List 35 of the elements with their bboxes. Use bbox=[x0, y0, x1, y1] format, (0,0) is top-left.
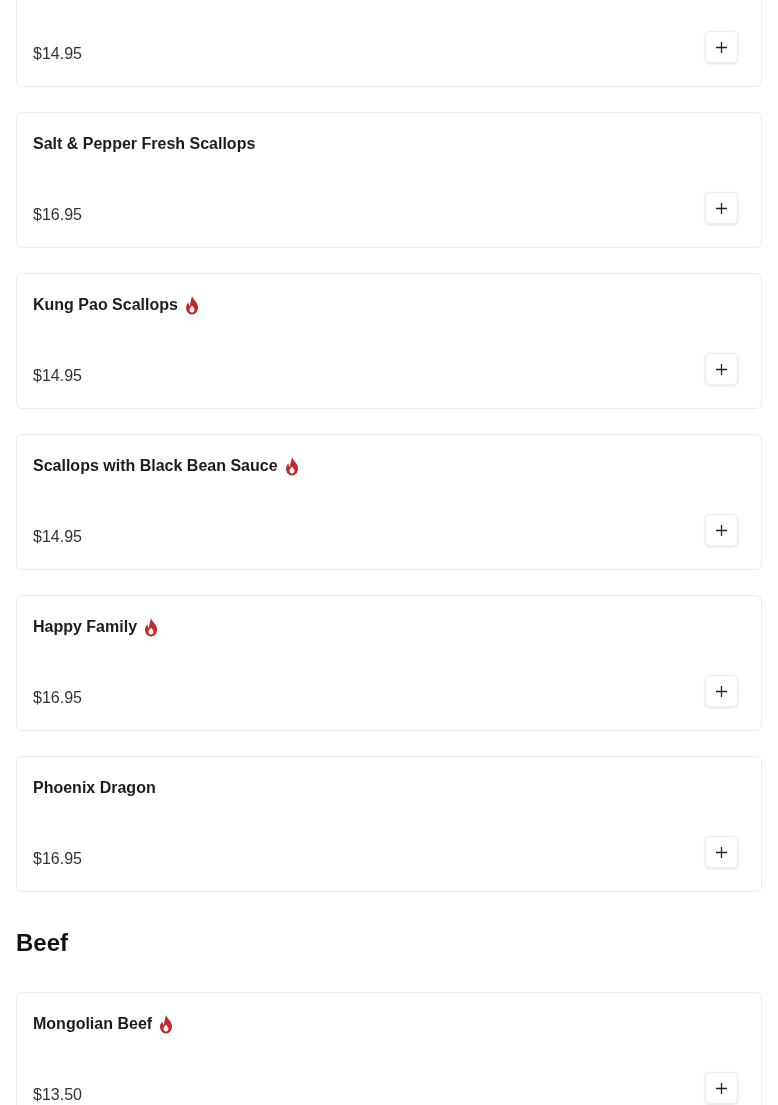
plus-icon bbox=[716, 41, 727, 53]
item-name: Mongolian Beef bbox=[33, 1015, 153, 1033]
menu-item-card[interactable]: Salt & Pepper Fresh Scallops $16.95 bbox=[16, 112, 762, 248]
add-button[interactable] bbox=[705, 675, 738, 707]
add-button[interactable] bbox=[705, 1072, 738, 1104]
add-button[interactable] bbox=[705, 192, 738, 224]
item-name: Kung Pao Scallops bbox=[33, 296, 178, 314]
menu-item-card[interactable]: Mongolian Beef $13.50 bbox=[16, 992, 762, 1105]
plus-icon bbox=[716, 1082, 727, 1094]
section-heading: Beef bbox=[16, 928, 70, 958]
item-price: $16.95 bbox=[33, 205, 82, 224]
plus-icon bbox=[716, 202, 727, 214]
item-name: Happy Family bbox=[33, 618, 138, 636]
item-name: Salt & Pepper Fresh Scallops bbox=[33, 135, 256, 153]
add-button[interactable] bbox=[705, 514, 738, 546]
menu-item-card[interactable]: Happy Family $16.95 bbox=[16, 595, 762, 731]
item-price: $16.95 bbox=[33, 688, 82, 707]
add-button[interactable] bbox=[705, 836, 738, 868]
plus-icon bbox=[716, 524, 727, 536]
item-name: Phoenix Dragon bbox=[33, 779, 156, 797]
item-price: $16.95 bbox=[33, 849, 82, 868]
menu-item-card[interactable]: Phoenix Dragon $16.95 bbox=[16, 756, 762, 892]
menu-item-card[interactable]: Scallops with Black Bean Sauce $14.95 bbox=[16, 434, 762, 570]
item-price: $14.95 bbox=[33, 366, 82, 385]
plus-icon bbox=[716, 363, 727, 375]
plus-icon bbox=[716, 685, 727, 697]
add-button[interactable] bbox=[705, 353, 738, 385]
menu-item-card[interactable]: $14.95 bbox=[16, 0, 762, 87]
item-name: Scallops with Black Bean Sauce bbox=[33, 457, 278, 475]
item-price: $14.95 bbox=[33, 527, 82, 546]
menu-item-card[interactable]: Kung Pao Scallops $14.95 bbox=[16, 273, 762, 409]
item-price: $14.95 bbox=[33, 44, 82, 63]
item-price: $13.50 bbox=[33, 1085, 82, 1104]
plus-icon bbox=[716, 846, 727, 858]
add-button[interactable] bbox=[705, 31, 738, 63]
